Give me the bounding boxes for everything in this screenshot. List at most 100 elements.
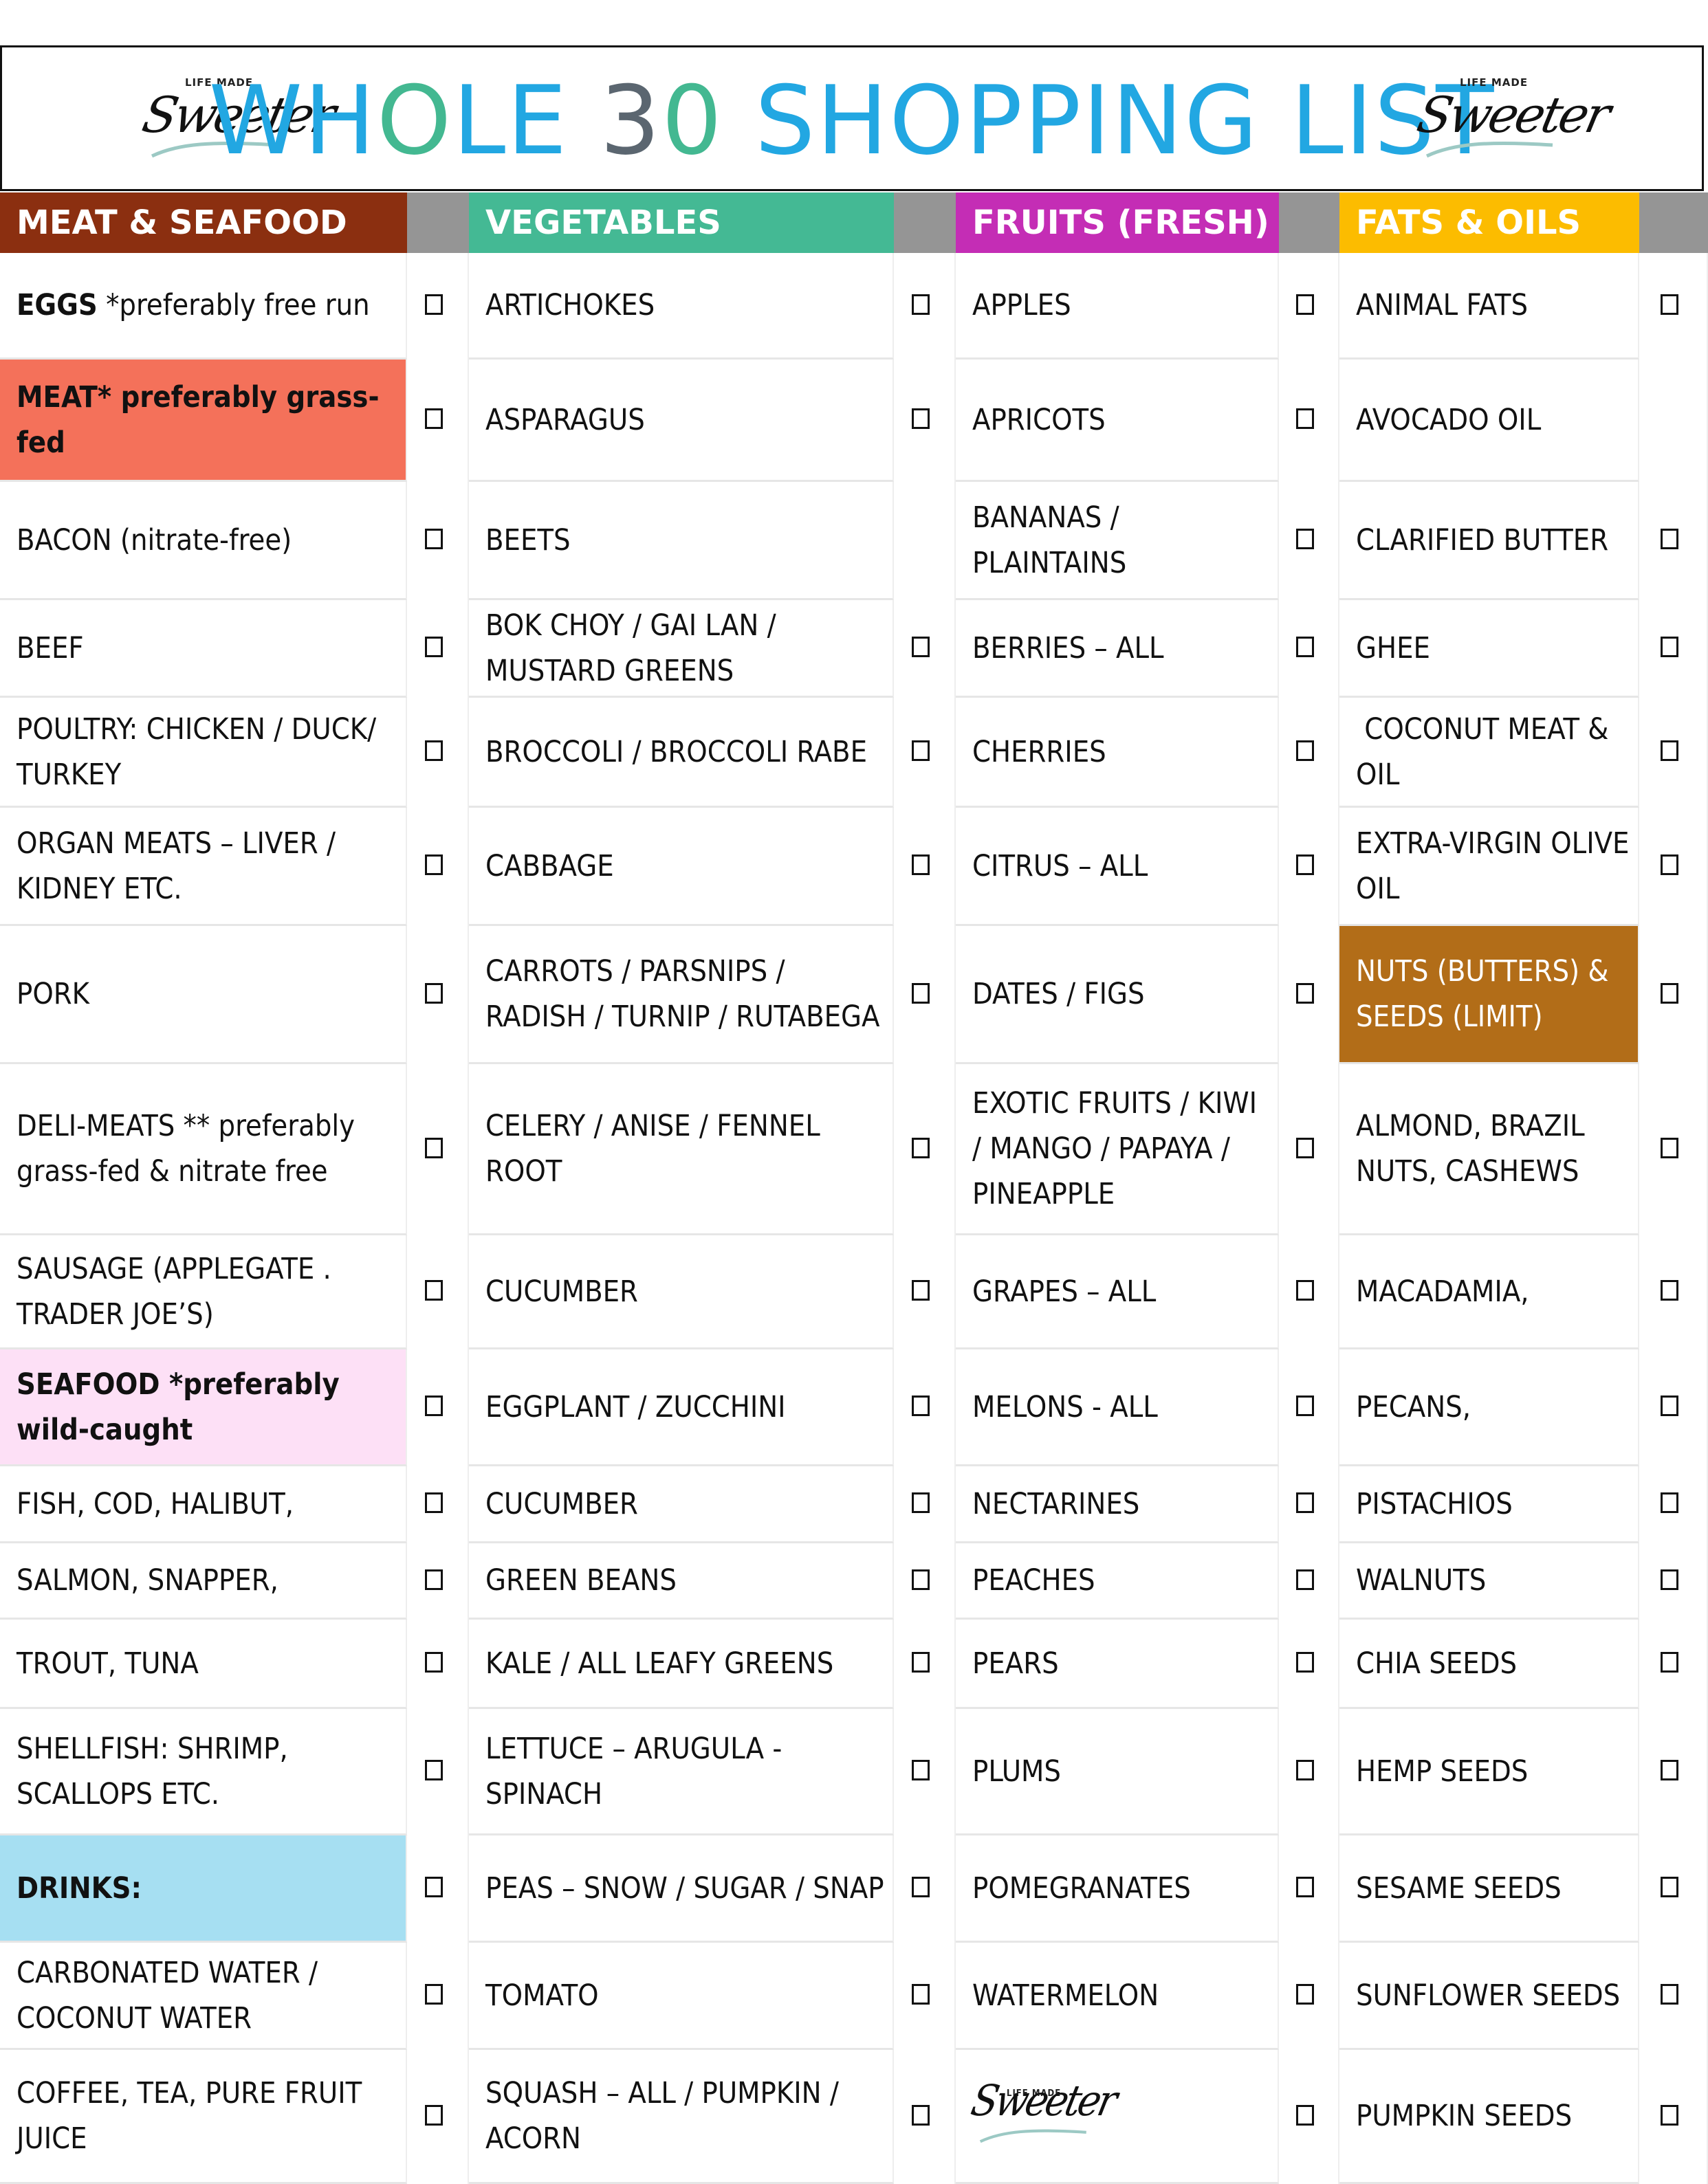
checkbox-fruits-13[interactable]: [1296, 1760, 1314, 1780]
item-label: EXTRA-VIRGIN OLIVE OIL: [1356, 826, 1638, 906]
checkbox-fats-7[interactable]: [1661, 1137, 1678, 1158]
item-label: APPLES: [972, 288, 1071, 322]
checkbox-fats-11[interactable]: [1661, 1569, 1678, 1590]
item-label: BEEF: [17, 630, 84, 665]
checkbox-vegetables-12[interactable]: [912, 1652, 930, 1673]
checkbox-meat-8[interactable]: [425, 1280, 443, 1301]
checkbox-vegetables-15[interactable]: [912, 1984, 930, 2005]
list-item: CHIA SEEDS: [1339, 1620, 1639, 1709]
item-label: CHERRIES: [972, 734, 1106, 769]
checkbox-fruits-5[interactable]: [1296, 854, 1314, 875]
checkbox-fats-2[interactable]: [1661, 529, 1678, 549]
checkbox-vegetables-7[interactable]: [912, 1137, 930, 1158]
checkbox-fruits-14[interactable]: [1296, 1877, 1314, 1897]
checkbox-fats-4[interactable]: [1661, 740, 1678, 761]
list-item: AVOCADO OIL: [1339, 360, 1639, 482]
category-label: DRINKS:: [0, 1835, 407, 1943]
checkbox-fats-5[interactable]: [1661, 854, 1678, 875]
checkbox-fats-13[interactable]: [1661, 1760, 1678, 1780]
logo-script: Sweeter: [1412, 86, 1614, 144]
checkbox-vegetables-9[interactable]: [912, 1396, 930, 1416]
checkbox-meat-12[interactable]: [425, 1652, 443, 1673]
item-label: APRICOTS: [972, 402, 1106, 437]
checkbox-meat-1[interactable]: [425, 408, 443, 429]
column-header-fruits: FRUITS (FRESH): [956, 192, 1279, 253]
list-item: ASPARAGUS: [469, 360, 894, 482]
list-item: PECANS,: [1339, 1349, 1639, 1466]
checkbox-meat-11[interactable]: [425, 1569, 443, 1590]
checkbox-meat-3[interactable]: [425, 637, 443, 657]
checkbox-meat-9[interactable]: [425, 1396, 443, 1416]
checkbox-vegetables-3[interactable]: [912, 637, 930, 657]
checkbox-meat-4[interactable]: [425, 740, 443, 761]
checkbox-meat-0[interactable]: [425, 294, 443, 315]
list-item: TOMATO: [469, 1943, 894, 2050]
item-label-bold: SEAFOOD *preferably wild-caught: [17, 1367, 340, 1447]
list-item: EXOTIC FRUITS / KIWI / MANGO / PAPAYA / …: [956, 1064, 1279, 1235]
item-label: PLUMS: [972, 1754, 1061, 1789]
column-header-vegetables: VEGETABLES: [469, 192, 894, 253]
checkbox-fats-14[interactable]: [1661, 1877, 1678, 1897]
checkbox-fats-15[interactable]: [1661, 1984, 1678, 2005]
item-label: CUCUMBER: [485, 1486, 638, 1521]
checkbox-meat-10[interactable]: [425, 1492, 443, 1513]
checkbox-fats-6[interactable]: [1661, 982, 1678, 1004]
item-label: PECANS,: [1356, 1389, 1471, 1424]
checkbox-meat-6[interactable]: [425, 982, 443, 1004]
checkbox-fruits-11[interactable]: [1296, 1569, 1314, 1590]
checkbox-vegetables-11[interactable]: [912, 1569, 930, 1590]
list-item: PEARS: [956, 1620, 1279, 1709]
item-label: DELI-MEATS ** preferably grass-fed & nit…: [17, 1109, 364, 1189]
checkbox-fruits-6[interactable]: [1296, 982, 1314, 1004]
checkbox-fruits-8[interactable]: [1296, 1280, 1314, 1301]
checkbox-vegetables-8[interactable]: [912, 1280, 930, 1301]
checkbox-fruits-3[interactable]: [1296, 637, 1314, 657]
item-label: CUCUMBER: [485, 1274, 638, 1309]
checkbox-fruits-10[interactable]: [1296, 1492, 1314, 1513]
checkbox-vegetables-14[interactable]: [912, 1877, 930, 1897]
item-label: SALMON, SNAPPER,: [17, 1563, 278, 1598]
checkbox-fruits-16[interactable]: [1296, 2104, 1314, 2126]
checkbox-meat-16[interactable]: [425, 2104, 443, 2126]
checkbox-fats-9[interactable]: [1661, 1396, 1678, 1416]
list-item: PUMPKIN SEEDS: [1339, 2050, 1639, 2184]
checkbox-fats-3[interactable]: [1661, 637, 1678, 657]
item-label: BANANAS / PLAINTAINS: [972, 500, 1128, 580]
checkbox-vegetables-4[interactable]: [912, 740, 930, 761]
checkbox-vegetables-10[interactable]: [912, 1492, 930, 1513]
checkbox-vegetables-13[interactable]: [912, 1760, 930, 1780]
checkbox-meat-15[interactable]: [425, 1984, 443, 2005]
item-label: SESAME SEEDS: [1356, 1871, 1562, 1906]
checkbox-vegetables-0[interactable]: [912, 294, 930, 315]
checkbox-fruits-12[interactable]: [1296, 1652, 1314, 1673]
checkbox-fats-12[interactable]: [1661, 1652, 1678, 1673]
item-label: ASPARAGUS: [485, 402, 645, 437]
checkbox-meat-7[interactable]: [425, 1137, 443, 1158]
checkbox-vegetables-6[interactable]: [912, 982, 930, 1004]
checkbox-fruits-0[interactable]: [1296, 294, 1314, 315]
checkbox-fruits-15[interactable]: [1296, 1984, 1314, 2005]
checkbox-fruits-2[interactable]: [1296, 529, 1314, 549]
checkbox-vegetables-5[interactable]: [912, 854, 930, 875]
checkbox-fats-8[interactable]: [1661, 1280, 1678, 1301]
checkbox-fruits-4[interactable]: [1296, 740, 1314, 761]
list-item: LETTUCE – ARUGULA - SPINACH: [469, 1709, 894, 1835]
checkbox-meat-14[interactable]: [425, 1877, 443, 1897]
checkbox-meat-13[interactable]: [425, 1760, 443, 1780]
list-item: SQUASH – ALL / PUMPKIN / ACORN: [469, 2050, 894, 2184]
list-item: MELONS - ALL: [956, 1349, 1279, 1466]
checkbox-fruits-7[interactable]: [1296, 1137, 1314, 1158]
checkbox-meat-2[interactable]: [425, 529, 443, 549]
checkbox-fruits-9[interactable]: [1296, 1396, 1314, 1416]
checkbox-fats-0[interactable]: [1661, 294, 1678, 315]
item-label: ALMOND, BRAZIL NUTS, CASHEWS: [1356, 1109, 1593, 1189]
checkbox-vegetables-16[interactable]: [912, 2104, 930, 2126]
item-label: BROCCOLI / BROCCOLI RABE: [485, 734, 868, 769]
list-item: SUNFLOWER SEEDS: [1339, 1943, 1639, 2050]
list-item: ANIMAL FATS: [1339, 253, 1639, 360]
checkbox-vegetables-1[interactable]: [912, 408, 930, 429]
checkbox-fats-10[interactable]: [1661, 1492, 1678, 1513]
checkbox-fruits-1[interactable]: [1296, 408, 1314, 429]
checkbox-meat-5[interactable]: [425, 854, 443, 875]
checkbox-fats-16[interactable]: [1661, 2104, 1678, 2126]
